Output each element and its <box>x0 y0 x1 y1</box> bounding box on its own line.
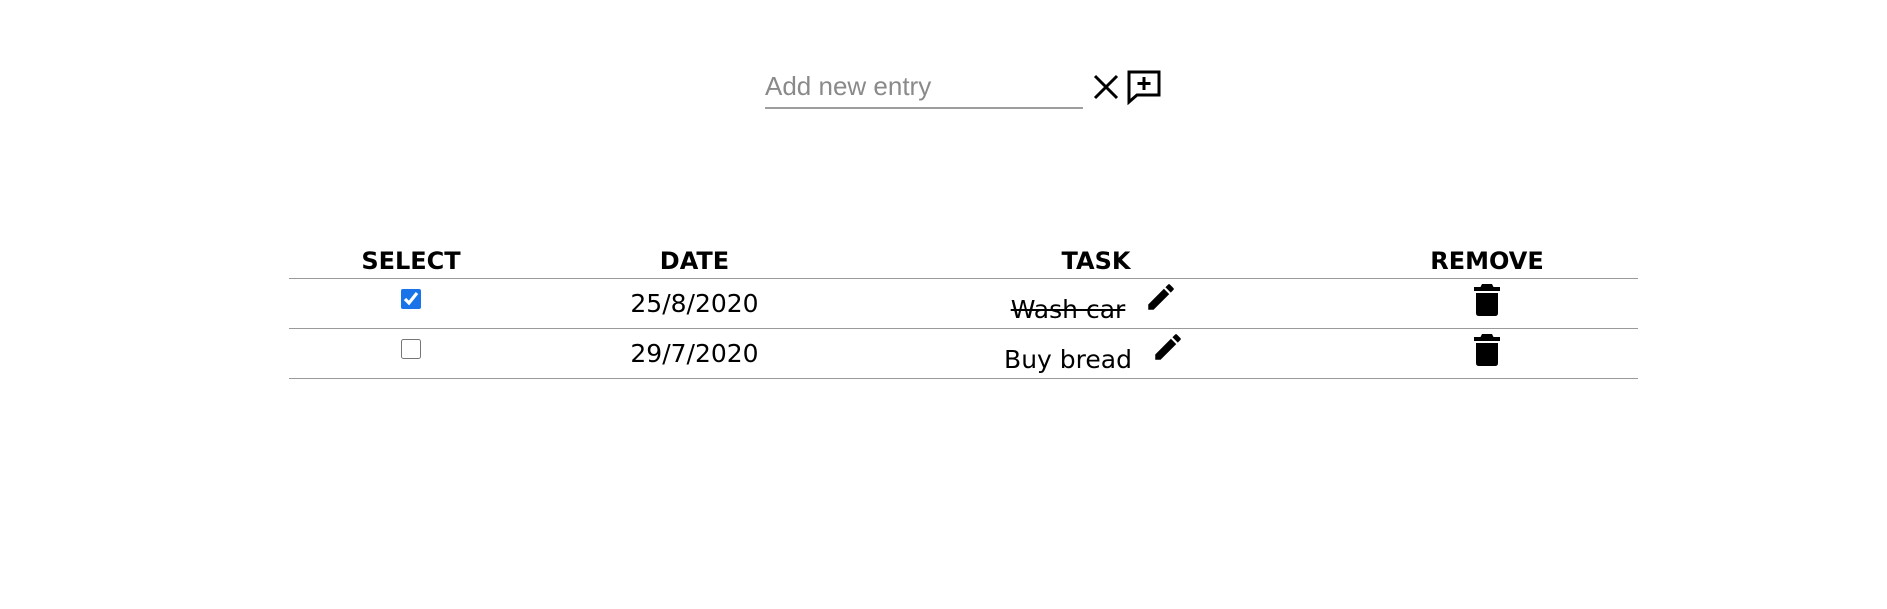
entry-bar <box>765 62 1164 112</box>
edit-task-button[interactable] <box>1141 277 1181 317</box>
row-select-checkbox[interactable] <box>401 289 421 309</box>
trash-icon <box>1474 283 1500 316</box>
row-select-checkbox[interactable] <box>401 339 421 359</box>
pencil-icon <box>1155 333 1181 360</box>
header-date: DATE <box>533 244 856 279</box>
header-remove: REMOVE <box>1336 244 1638 279</box>
date-cell: 25/8/2020 <box>533 278 856 329</box>
close-icon <box>1093 74 1119 100</box>
task-table: SELECT DATE TASK REMOVE 25/8/2020 Wash c… <box>289 244 1638 379</box>
task-text: Wash car <box>1010 295 1126 324</box>
delete-task-button[interactable] <box>1470 280 1504 320</box>
comment-plus-icon <box>1127 70 1161 105</box>
task-cell: Wash car <box>856 277 1336 329</box>
table-header-row: SELECT DATE TASK REMOVE <box>289 244 1638 279</box>
clear-entry-button[interactable] <box>1088 67 1124 107</box>
trash-icon <box>1474 333 1500 366</box>
select-cell <box>289 278 533 329</box>
date-cell: 29/7/2020 <box>533 328 856 379</box>
table-row: 25/8/2020 Wash car <box>289 277 1638 329</box>
task-cell: Buy bread <box>856 327 1336 379</box>
pencil-icon <box>1148 283 1175 310</box>
delete-task-button[interactable] <box>1470 330 1504 370</box>
header-task: TASK <box>856 244 1336 279</box>
new-entry-input[interactable] <box>765 65 1083 109</box>
edit-task-button[interactable] <box>1148 327 1188 367</box>
remove-cell <box>1336 278 1638 329</box>
table-row: 29/7/2020 Buy bread <box>289 327 1638 379</box>
add-entry-button[interactable] <box>1124 67 1164 107</box>
remove-cell <box>1336 328 1638 379</box>
select-cell <box>289 328 533 379</box>
task-text: Buy bread <box>1004 345 1132 374</box>
header-select: SELECT <box>289 244 533 279</box>
